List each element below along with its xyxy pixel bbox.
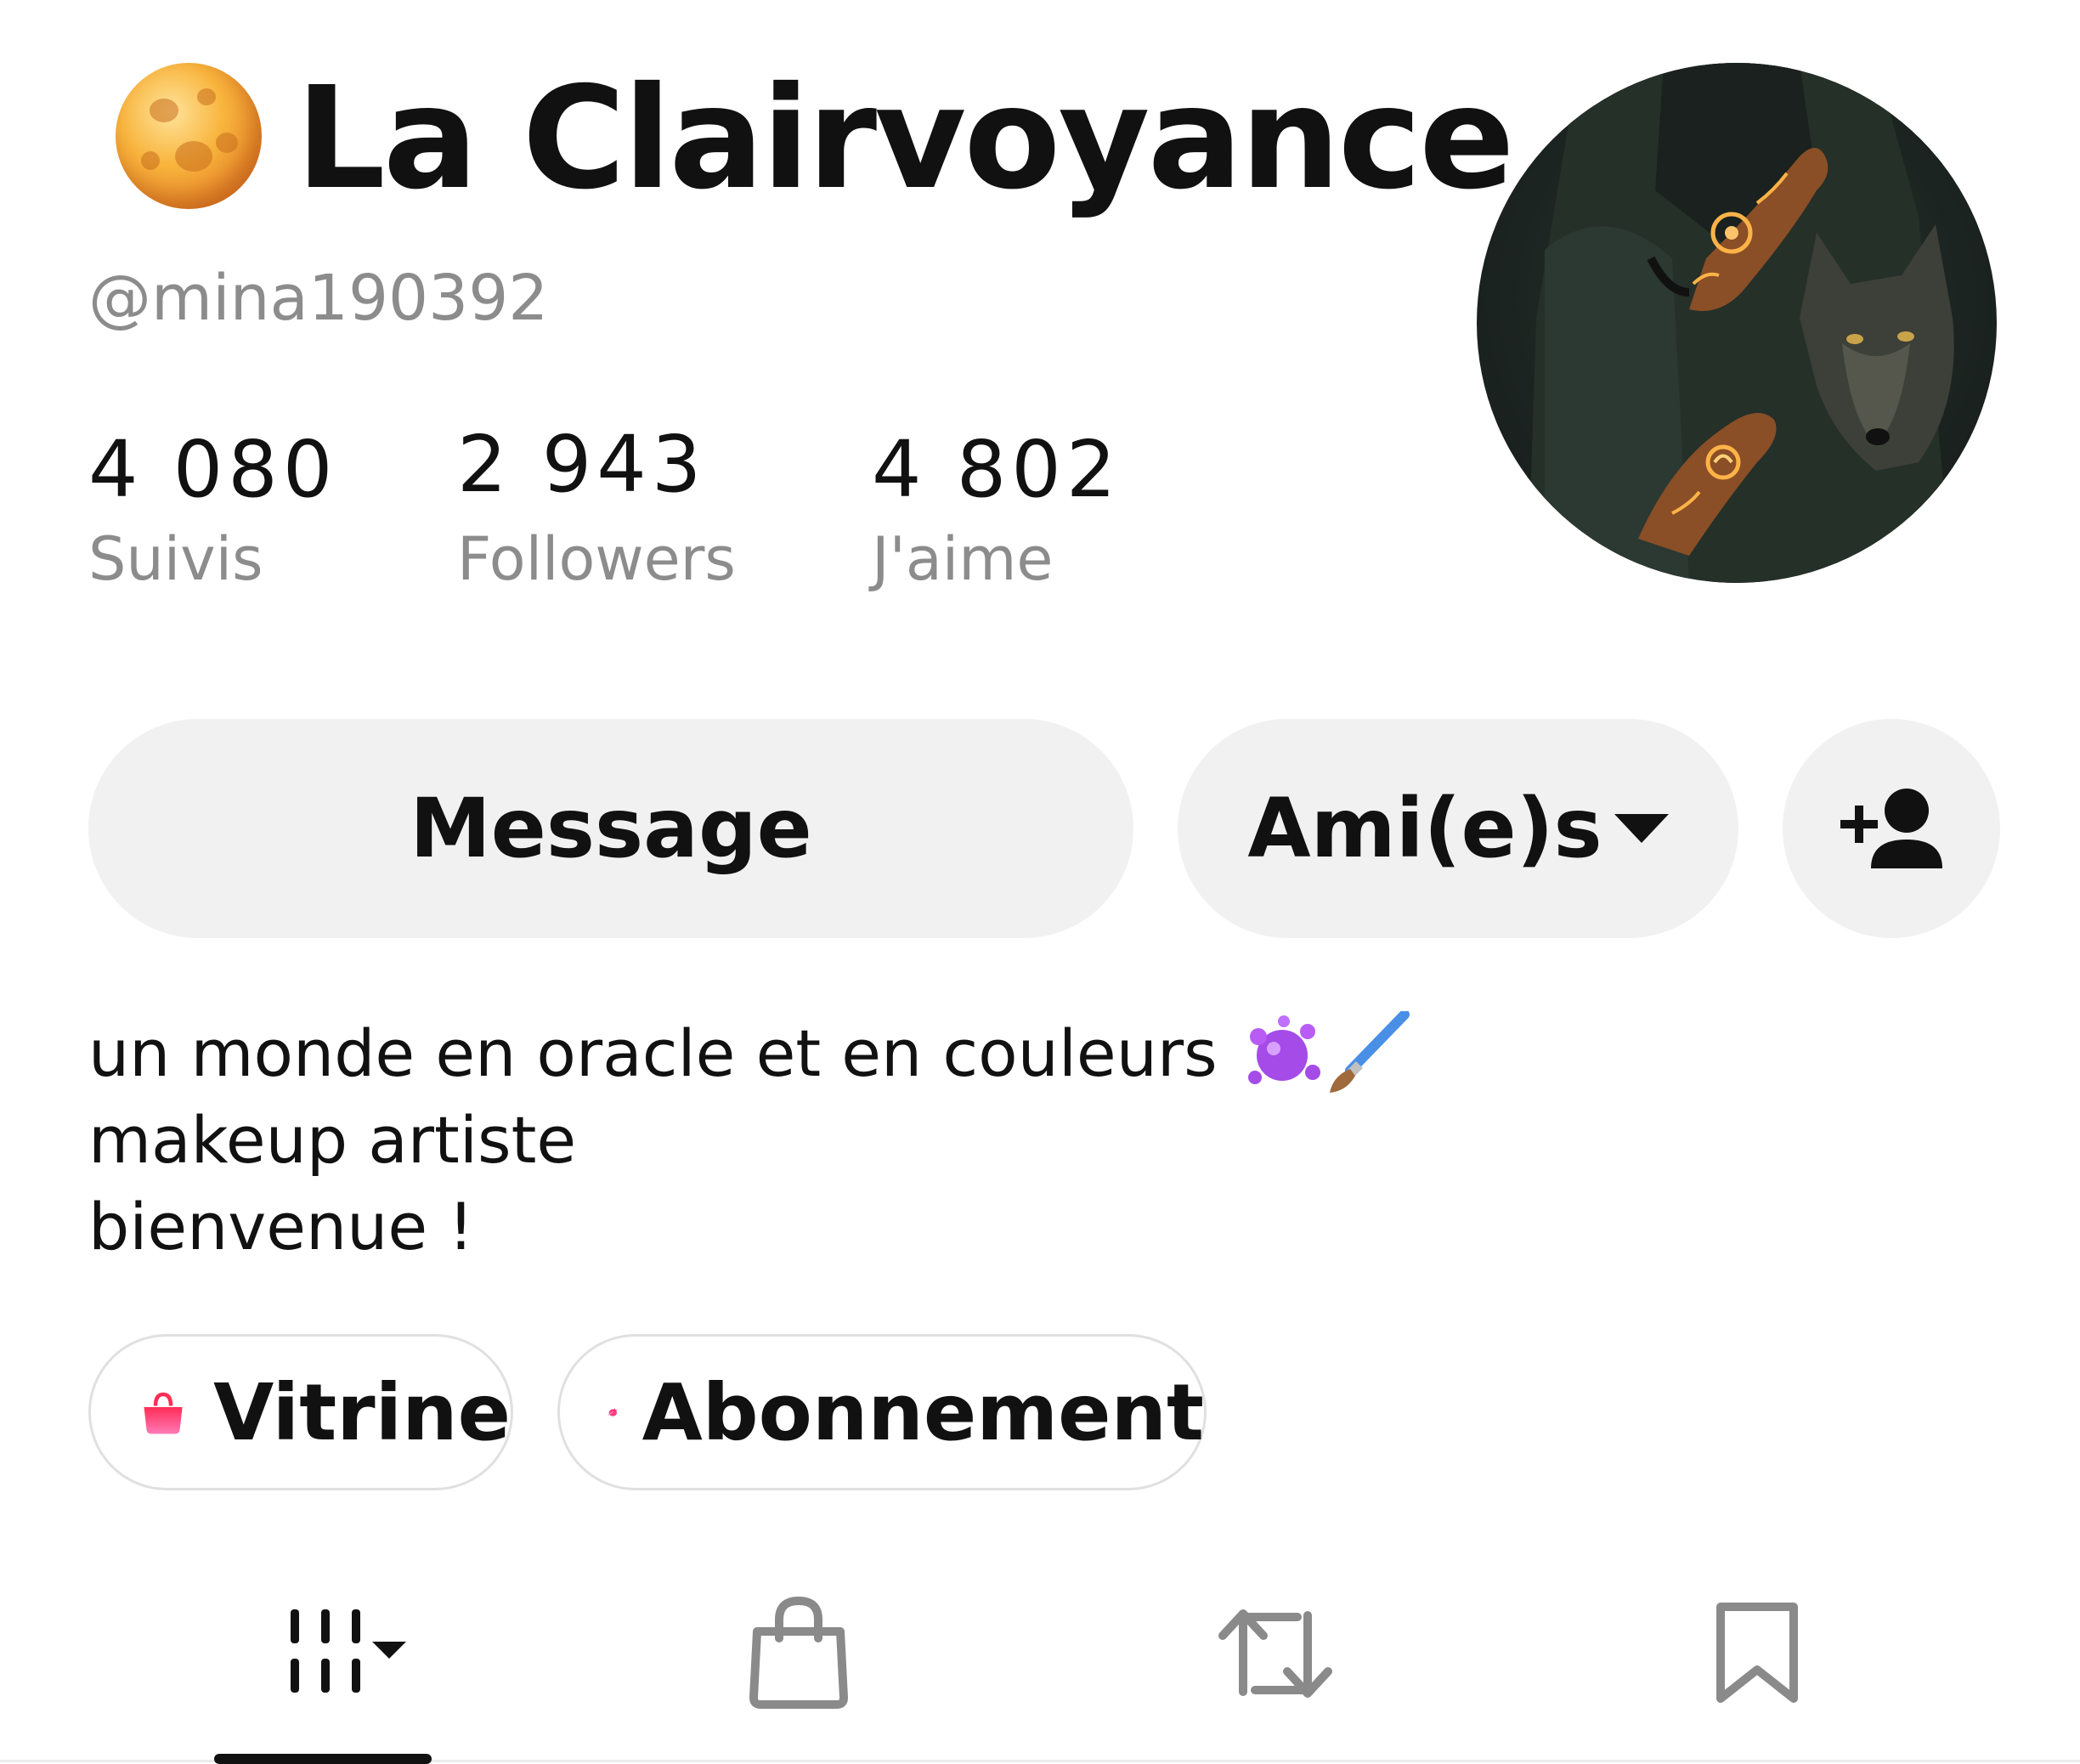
videos-grid-icon [291, 1609, 406, 1693]
add-person-icon [1840, 789, 1942, 868]
bio-line-1: un monde en oracle et en couleurs [88, 1015, 1218, 1091]
vitrine-chip[interactable]: Vitrine [88, 1334, 513, 1490]
paint-splash-icon [1247, 1015, 1320, 1084]
friends-dropdown-button[interactable]: Ami(e)s [1178, 719, 1738, 938]
active-tab-indicator [214, 1754, 432, 1764]
message-button-label: Message [410, 781, 812, 876]
tab-videos[interactable] [223, 1577, 427, 1730]
tab-saved[interactable] [1655, 1577, 1859, 1730]
stat-likes-value: 4 802 [872, 424, 1122, 515]
stat-likes[interactable]: 4 802 J'aime [872, 423, 1121, 602]
username: @mina190392 [88, 262, 549, 335]
planet-star-icon [608, 1407, 619, 1416]
paintbrush-icon [1329, 1011, 1410, 1093]
stat-followers-label: Followers [457, 524, 736, 594]
stat-following-value: 4 080 [88, 424, 338, 515]
bio-line-1-row: un monde en oracle et en couleurs [88, 1011, 1410, 1096]
stat-followers-value: 2 943 [457, 419, 707, 510]
message-button[interactable]: Message [88, 719, 1133, 938]
stat-followers[interactable]: 2 943 Followers [457, 418, 736, 602]
tab-shop[interactable] [697, 1577, 901, 1730]
abonnement-chip[interactable]: Abonnement [557, 1334, 1207, 1490]
avatar[interactable] [1477, 63, 1997, 583]
tab-reposts[interactable] [1174, 1577, 1378, 1730]
shopping-bag-icon [144, 1392, 183, 1434]
stat-likes-label: J'aime [872, 524, 1054, 594]
shopping-bag-icon [749, 1596, 848, 1709]
caret-down-icon [1614, 814, 1669, 843]
avatar-artwork [1528, 63, 1954, 583]
stat-following[interactable]: 4 080 Suivis [88, 423, 337, 602]
abonnement-label: Abonnement [642, 1366, 1204, 1458]
profile-name: La Clairvoyance ... [296, 57, 1715, 221]
bio-line-3: bienvenue ! [88, 1189, 474, 1264]
add-friend-button[interactable] [1783, 719, 2000, 938]
stat-following-label: Suivis [88, 524, 263, 594]
full-moon-icon [116, 63, 262, 209]
friends-button-label: Ami(e)s [1247, 781, 1602, 876]
repost-icon [1218, 1609, 1332, 1698]
bookmark-icon [1716, 1603, 1798, 1703]
vitrine-label: Vitrine [213, 1366, 511, 1458]
bio-line-2: makeup artiste [88, 1102, 577, 1178]
